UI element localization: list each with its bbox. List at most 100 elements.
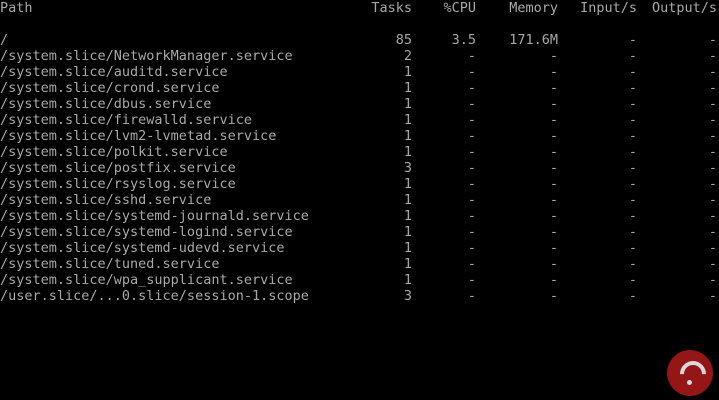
row-tasks: 2 [403, 48, 412, 64]
row-input: - [628, 240, 637, 256]
row-tasks: 1 [403, 112, 412, 128]
row-memory: - [549, 192, 558, 208]
row-input: - [628, 96, 637, 112]
row-input: - [628, 256, 637, 272]
table-row: /system.slice/tuned.service 1 - - - - [0, 256, 719, 272]
row-memory: - [549, 256, 558, 272]
row-path: /system.slice/systemd-udevd.service [0, 240, 285, 256]
row-memory: - [549, 96, 558, 112]
table-row: /system.slice/sshd.service 1 - - - - [0, 192, 719, 208]
row-output: - [708, 208, 717, 224]
row-input: - [628, 32, 637, 48]
row-path: /system.slice/wpa_supplicant.service [0, 272, 293, 288]
row-output: - [708, 128, 717, 144]
row-path: /system.slice/sshd.service [0, 192, 212, 208]
row-cpu: - [467, 64, 476, 80]
row-tasks: 1 [403, 208, 412, 224]
header-cpu: %CPU [443, 0, 476, 16]
row-cpu: - [467, 240, 476, 256]
row-path: /system.slice/dbus.service [0, 96, 212, 112]
table-row: /system.slice/rsyslog.service 1 - - - - [0, 176, 719, 192]
row-cpu: - [467, 256, 476, 272]
table-row: /system.slice/NetworkManager.service 2 - - -… [0, 48, 719, 64]
row-output: - [708, 192, 717, 208]
row-input: - [628, 272, 637, 288]
row-output: - [708, 288, 717, 304]
row-path: /system.slice/polkit.service [0, 144, 228, 160]
row-path: /user.slice/...0.slice/session-1.scope [0, 288, 309, 304]
row-path: /system.slice/rsyslog.service [0, 176, 236, 192]
row-cpu: - [467, 288, 476, 304]
row-output: - [708, 160, 717, 176]
header-output: Output/s [651, 0, 717, 16]
row-cpu: - [467, 192, 476, 208]
row-path: /system.slice/crond.service [0, 80, 220, 96]
row-input: - [628, 208, 637, 224]
row-input: - [628, 112, 637, 128]
row-tasks: 1 [403, 128, 412, 144]
row-cpu: - [467, 80, 476, 96]
row-output: - [708, 80, 717, 96]
row-cpu: - [467, 96, 476, 112]
terminal-window: Path Tasks %CPU Memory Input/s Output/s … [0, 0, 719, 400]
row-tasks: 1 [403, 80, 412, 96]
row-memory: - [549, 112, 558, 128]
row-tasks: 3 [403, 288, 412, 304]
row-tasks: 85 [395, 32, 412, 48]
row-input: - [628, 144, 637, 160]
header-memory: Memory [509, 0, 558, 16]
table-row: /user.slice/...0.slice/session-1.scope 3 -… [0, 288, 719, 304]
table-row: /system.slice/systemd-udevd.service 1 - - - - [0, 240, 719, 256]
table-row: /system.slice/systemd-journald.service 1 -… [0, 208, 719, 224]
row-cpu: - [467, 128, 476, 144]
row-path: /system.slice/postfix.service [0, 160, 236, 176]
row-memory: - [549, 272, 558, 288]
row-cpu: - [467, 176, 476, 192]
row-input: - [628, 64, 637, 80]
row-output: - [708, 112, 717, 128]
table-row: / 85 3.5 171.6M - - [0, 32, 719, 48]
row-path: /system.slice/firewalld.service [0, 112, 252, 128]
table-row: /system.slice/dbus.service 1 - - - - [0, 96, 719, 112]
row-tasks: 1 [403, 96, 412, 112]
table-row: /system.slice/crond.service 1 - - - - [0, 80, 719, 96]
row-memory: - [549, 240, 558, 256]
row-output: - [708, 96, 717, 112]
row-output: - [708, 176, 717, 192]
row-input: - [628, 160, 637, 176]
row-input: - [628, 192, 637, 208]
row-memory: - [549, 288, 558, 304]
row-tasks: 1 [403, 192, 412, 208]
row-output: - [708, 64, 717, 80]
row-path: / [0, 32, 9, 48]
row-cpu: - [467, 144, 476, 160]
row-tasks: 3 [403, 160, 412, 176]
row-tasks: 1 [403, 224, 412, 240]
row-memory: - [549, 144, 558, 160]
row-input: - [628, 224, 637, 240]
row-cpu: - [467, 224, 476, 240]
row-input: - [628, 176, 637, 192]
row-output: - [708, 256, 717, 272]
row-output: - [708, 240, 717, 256]
row-memory: - [549, 80, 558, 96]
table-row: /system.slice/postfix.service 3 - - - - [0, 160, 719, 176]
row-cpu: - [467, 160, 476, 176]
row-path: /system.slice/auditd.service [0, 64, 228, 80]
row-tasks: 1 [403, 64, 412, 80]
table-row: /system.slice/lvm2-lvmetad.service 1 - - - - [0, 128, 719, 144]
table-header: Path Tasks %CPU Memory Input/s Output/s [0, 0, 719, 16]
row-tasks: 1 [403, 144, 412, 160]
row-output: - [708, 32, 717, 48]
row-output: - [708, 224, 717, 240]
row-path: /system.slice/lvm2-lvmetad.service [0, 128, 277, 144]
row-memory: - [549, 64, 558, 80]
row-memory: - [549, 176, 558, 192]
row-memory: - [549, 48, 558, 64]
row-memory: - [549, 208, 558, 224]
row-cpu: - [467, 112, 476, 128]
header-input: Input/s [580, 0, 637, 16]
table-row: /system.slice/wpa_supplicant.service 1 - - -… [0, 272, 719, 288]
table-row: /system.slice/polkit.service 1 - - - - [0, 144, 719, 160]
question-mark-logo-icon [667, 350, 713, 396]
